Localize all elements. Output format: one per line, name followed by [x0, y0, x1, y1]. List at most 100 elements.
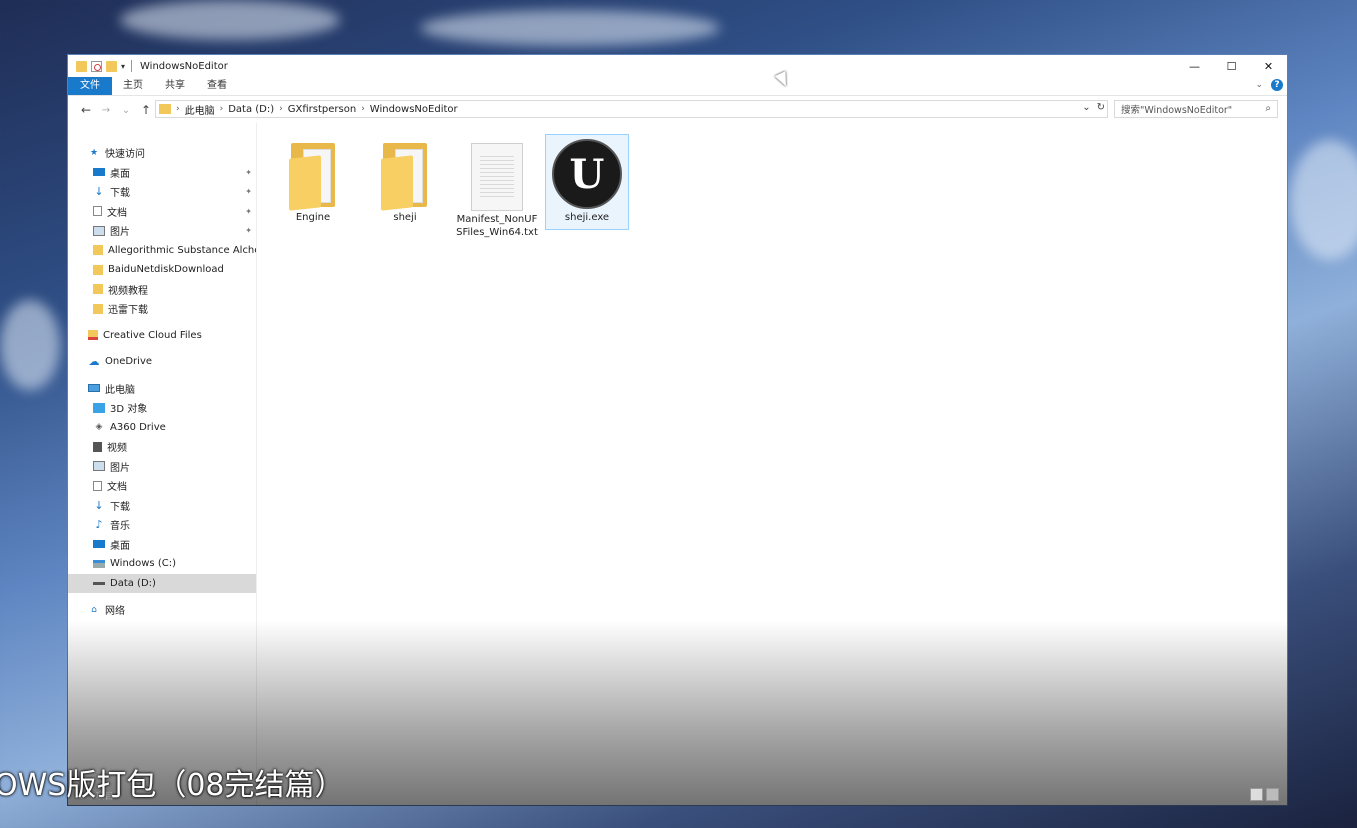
search-input[interactable]: 搜索"WindowsNoEditor" ⌕ [1114, 100, 1278, 118]
nav-item-pictures[interactable]: 图片 ✦ [68, 221, 256, 241]
folder-icon [381, 143, 429, 211]
desktop-icon [93, 168, 105, 177]
search-icon[interactable]: ⌕ [1265, 103, 1271, 114]
large-icons-view-icon[interactable] [1266, 788, 1279, 801]
ribbon-tabs: 文件 主页 共享 查看 ⌄ ? [68, 77, 1287, 96]
breadcrumb-data-d[interactable]: Data (D:) [223, 104, 279, 115]
nav-label: Windows (C:) [110, 558, 176, 570]
pin-icon[interactable]: ✦ [245, 207, 252, 216]
file-list-area: Engine sheji Manifest_NonUFSFiles_Win64.… [257, 123, 1287, 805]
file-name: sheji.exe [564, 212, 610, 223]
nav-item-data-d[interactable]: Data (D:) [68, 573, 256, 593]
nav-label: 音乐 [110, 521, 130, 533]
details-view-icon[interactable] [1250, 788, 1263, 801]
folder-icon [76, 60, 87, 72]
nav-label: 图片 [110, 227, 130, 239]
search-placeholder: 搜索"WindowsNoEditor" [1121, 105, 1233, 116]
file-item-sheji-exe[interactable]: U sheji.exe [545, 134, 629, 230]
recent-locations-icon[interactable]: ⌄ [116, 105, 136, 116]
nav-item-videos[interactable]: 视频 [68, 437, 256, 457]
star-icon: ★ [89, 147, 99, 158]
nav-item-documents[interactable]: 文档 ✦ [68, 202, 256, 222]
folder-icon [289, 143, 337, 211]
file-name: Manifest_NonUFSFiles_Win64.txt [456, 214, 538, 238]
refresh-icon[interactable]: ↻ [1097, 102, 1105, 113]
nav-item-pictures-pc[interactable]: 图片 [68, 457, 256, 477]
address-bar[interactable]: › 此电脑 › Data (D:) › GXfirstperson › Wind… [155, 100, 1108, 118]
creative-cloud-folder-icon [88, 330, 98, 341]
nav-this-pc[interactable]: 此电脑 [68, 379, 256, 399]
nav-label: 文档 [107, 207, 127, 219]
file-item-sheji[interactable]: sheji [363, 135, 447, 224]
download-icon: ↓ [94, 498, 104, 512]
nav-label: 文档 [107, 482, 127, 494]
nav-quick-access[interactable]: ★ 快速访问 [68, 143, 256, 163]
nav-item-documents-pc[interactable]: 文档 [68, 476, 256, 496]
file-item-manifest[interactable]: Manifest_NonUFSFiles_Win64.txt [455, 135, 539, 239]
nav-item-baidu[interactable]: BaiduNetdiskDownload [68, 260, 256, 280]
nav-item-video-tutorials[interactable]: 视频教程 [68, 280, 256, 300]
nav-item-3d-objects[interactable]: 3D 对象 [68, 398, 256, 418]
breadcrumb-windowsnoeditor[interactable]: WindowsNoEditor [365, 104, 463, 115]
nav-item-xunlei[interactable]: 迅雷下载 [68, 299, 256, 319]
nav-label: Data (D:) [110, 577, 156, 589]
pin-icon[interactable]: ✦ [245, 168, 252, 177]
music-icon: ♪ [95, 518, 103, 532]
nav-label: 图片 [110, 462, 130, 474]
properties-icon[interactable] [91, 60, 102, 72]
maximize-button[interactable]: ☐ [1213, 55, 1250, 77]
navigation-pane: ★ 快速访问 桌面 ✦ ↓ 下载 ✦ 文档 ✦ 图片 ✦ Allegorithm… [68, 123, 257, 805]
nav-label: Allegorithmic Substance Alchen [108, 244, 256, 256]
customize-toolbar-icon[interactable]: ▾ [121, 62, 125, 71]
breadcrumb-gxfirstperson[interactable]: GXfirstperson [283, 104, 361, 115]
pin-icon[interactable]: ✦ [245, 187, 252, 196]
nav-item-allegorithmic[interactable]: Allegorithmic Substance Alchen [68, 241, 256, 261]
nav-item-downloads[interactable]: ↓ 下载 ✦ [68, 182, 256, 202]
folder-icon [93, 303, 103, 314]
nav-item-a360[interactable]: ◈ A360 Drive [68, 418, 256, 438]
forward-arrow-icon[interactable]: → [96, 105, 116, 116]
a360-drive-icon: ◈ [95, 422, 103, 433]
nav-label: BaiduNetdiskDownload [108, 264, 224, 276]
picture-icon [93, 461, 105, 472]
file-name: sheji [393, 212, 417, 223]
nav-item-music[interactable]: ♪ 音乐 [68, 515, 256, 535]
nav-item-downloads-pc[interactable]: ↓ 下载 [68, 496, 256, 516]
folder-icon [159, 104, 171, 114]
file-explorer-window: ▾ WindowsNoEditor — ☐ ✕ 文件 主页 共享 查看 ⌄ ? … [67, 54, 1288, 806]
window-title: WindowsNoEditor [140, 60, 228, 72]
folder-icon [93, 284, 103, 295]
close-button[interactable]: ✕ [1250, 55, 1287, 77]
address-row: ← → ⌄ ↑ › 此电脑 › Data (D:) › GXfirstperso… [68, 96, 1287, 124]
nav-network[interactable]: ⌂ 网络 [68, 600, 256, 620]
pin-icon[interactable]: ✦ [245, 226, 252, 235]
network-icon: ⌂ [91, 604, 97, 615]
back-arrow-icon[interactable]: ← [76, 103, 96, 117]
breadcrumb-this-pc[interactable]: 此电脑 [180, 102, 220, 117]
computer-icon [88, 384, 100, 393]
up-arrow-icon[interactable]: ↑ [136, 103, 156, 117]
nav-creative-cloud[interactable]: Creative Cloud Files [68, 326, 256, 346]
nav-item-windows-c[interactable]: Windows (C:) [68, 554, 256, 574]
nav-label: 桌面 [110, 540, 130, 552]
picture-icon [93, 225, 105, 236]
file-item-engine[interactable]: Engine [271, 135, 355, 224]
tab-share[interactable]: 共享 [154, 77, 196, 95]
help-icon[interactable]: ? [1271, 79, 1283, 91]
nav-item-desktop-pc[interactable]: 桌面 [68, 535, 256, 555]
new-folder-icon[interactable] [106, 60, 117, 72]
folder-icon [93, 264, 103, 275]
tab-home[interactable]: 主页 [112, 77, 154, 95]
nav-item-desktop[interactable]: 桌面 ✦ [68, 163, 256, 183]
minimize-button[interactable]: — [1176, 55, 1213, 77]
nav-label: 此电脑 [105, 384, 135, 396]
nav-label: 3D 对象 [110, 404, 148, 416]
tab-view[interactable]: 查看 [196, 77, 238, 95]
drive-icon [93, 581, 105, 585]
nav-label: 迅雷下载 [108, 305, 148, 317]
nav-onedrive[interactable]: ☁ OneDrive [68, 352, 256, 372]
tab-file[interactable]: 文件 [68, 77, 112, 95]
address-dropdown-icon[interactable]: ⌄ [1082, 102, 1090, 113]
video-icon [93, 441, 102, 452]
expand-ribbon-icon[interactable]: ⌄ [1255, 80, 1263, 90]
